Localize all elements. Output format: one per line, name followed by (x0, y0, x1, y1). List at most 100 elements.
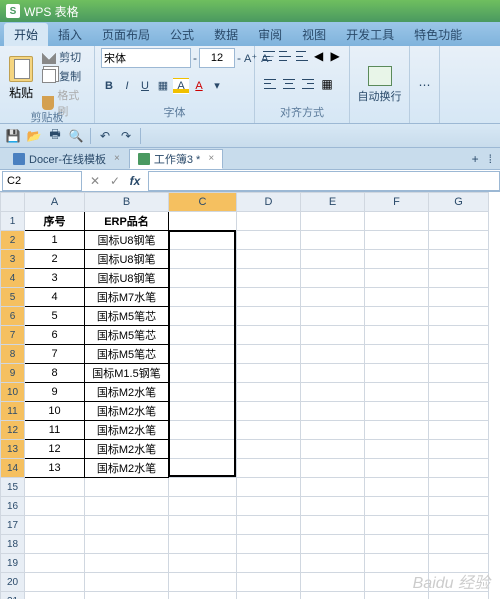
cell-D7[interactable] (237, 326, 301, 345)
cell-C14[interactable] (169, 459, 237, 478)
cell-D20[interactable] (237, 573, 301, 592)
row-header-8[interactable]: 8 (1, 345, 25, 364)
copy-button[interactable]: 复制 (40, 67, 88, 85)
cell-G21[interactable] (429, 592, 489, 599)
cell-D17[interactable] (237, 516, 301, 535)
cell-A11[interactable]: 10 (25, 402, 85, 421)
cell-G6[interactable] (429, 307, 489, 326)
cell-F8[interactable] (365, 345, 429, 364)
cell-E21[interactable] (301, 592, 365, 599)
cell-C15[interactable] (169, 478, 237, 497)
cell-F18[interactable] (365, 535, 429, 554)
more-button[interactable]: ⋯ (419, 78, 431, 92)
cell-G7[interactable] (429, 326, 489, 345)
cell-B1[interactable]: ERP品名 (85, 212, 169, 231)
cell-F14[interactable] (365, 459, 429, 478)
insert-function-button[interactable]: fx (126, 172, 144, 190)
row-header-20[interactable]: 20 (1, 573, 25, 592)
cell-D15[interactable] (237, 478, 301, 497)
cell-C10[interactable] (169, 383, 237, 402)
close-tab-icon[interactable]: × (114, 153, 120, 164)
cell-D8[interactable] (237, 345, 301, 364)
cell-C18[interactable] (169, 535, 237, 554)
doc-tab-workbook[interactable]: 工作簿3 * × (129, 149, 223, 169)
cell-G12[interactable] (429, 421, 489, 440)
tab-data[interactable]: 数据 (204, 23, 248, 46)
doc-tab-docer[interactable]: Docer-在线模板 × (4, 149, 129, 169)
column-header-A[interactable]: A (25, 193, 85, 212)
align-center-button[interactable] (280, 76, 298, 92)
align-top-button[interactable] (261, 48, 277, 64)
row-header-16[interactable]: 16 (1, 497, 25, 516)
column-header-C[interactable]: C (169, 193, 237, 212)
cell-A12[interactable]: 11 (25, 421, 85, 440)
row-header-5[interactable]: 5 (1, 288, 25, 307)
cell-D21[interactable] (237, 592, 301, 599)
row-header-4[interactable]: 4 (1, 269, 25, 288)
tab-page-layout[interactable]: 页面布局 (92, 23, 160, 46)
cell-D16[interactable] (237, 497, 301, 516)
cell-C21[interactable] (169, 592, 237, 599)
column-header-F[interactable]: F (365, 193, 429, 212)
row-header-2[interactable]: 2 (1, 231, 25, 250)
tab-formula[interactable]: 公式 (160, 23, 204, 46)
cell-G8[interactable] (429, 345, 489, 364)
row-header-10[interactable]: 10 (1, 383, 25, 402)
cell-B3[interactable]: 国标U8钢笔 (85, 250, 169, 269)
align-left-button[interactable] (261, 76, 279, 92)
cell-G1[interactable] (429, 212, 489, 231)
cell-A1[interactable]: 序号 (25, 212, 85, 231)
cell-G10[interactable] (429, 383, 489, 402)
cell-G14[interactable] (429, 459, 489, 478)
align-right-button[interactable] (299, 76, 317, 92)
name-box[interactable]: C2 (2, 171, 82, 191)
cell-G11[interactable] (429, 402, 489, 421)
cell-A10[interactable]: 9 (25, 383, 85, 402)
cell-E1[interactable] (301, 212, 365, 231)
cell-D19[interactable] (237, 554, 301, 573)
tab-view[interactable]: 视图 (292, 23, 336, 46)
row-header-11[interactable]: 11 (1, 402, 25, 421)
cell-G18[interactable] (429, 535, 489, 554)
qat-save-button[interactable]: 💾 (4, 127, 22, 145)
cell-B13[interactable]: 国标M2水笔 (85, 440, 169, 459)
cell-G16[interactable] (429, 497, 489, 516)
border-button[interactable]: ▦ (155, 78, 171, 94)
cell-A15[interactable] (25, 478, 85, 497)
row-header-6[interactable]: 6 (1, 307, 25, 326)
cell-F1[interactable] (365, 212, 429, 231)
qat-open-button[interactable]: 📂 (25, 127, 43, 145)
cell-F12[interactable] (365, 421, 429, 440)
cell-E7[interactable] (301, 326, 365, 345)
cell-C8[interactable] (169, 345, 237, 364)
cell-G19[interactable] (429, 554, 489, 573)
cell-G20[interactable] (429, 573, 489, 592)
cell-F20[interactable] (365, 573, 429, 592)
underline-button[interactable]: U (137, 78, 153, 94)
cell-A16[interactable] (25, 497, 85, 516)
row-header-3[interactable]: 3 (1, 250, 25, 269)
tab-developer[interactable]: 开发工具 (336, 23, 404, 46)
cell-D11[interactable] (237, 402, 301, 421)
formula-bar[interactable] (148, 171, 500, 191)
spreadsheet-grid[interactable]: ABCDEFG1序号ERP品名21国标U8钢笔32国标U8钢笔43国标U8钢笔5… (0, 192, 489, 599)
font-size-select[interactable] (199, 48, 235, 68)
cell-B14[interactable]: 国标M2水笔 (85, 459, 169, 478)
cell-B9[interactable]: 国标M1.5钢笔 (85, 364, 169, 383)
cut-button[interactable]: 剪切 (40, 48, 88, 66)
cell-C1[interactable] (169, 212, 237, 231)
indent-decrease-button[interactable]: ◀ (311, 48, 327, 64)
cell-A2[interactable]: 1 (25, 231, 85, 250)
cell-A6[interactable]: 5 (25, 307, 85, 326)
cell-G15[interactable] (429, 478, 489, 497)
cell-E19[interactable] (301, 554, 365, 573)
cell-C6[interactable] (169, 307, 237, 326)
qat-undo-button[interactable]: ↶ (96, 127, 114, 145)
cell-A18[interactable] (25, 535, 85, 554)
cell-C19[interactable] (169, 554, 237, 573)
qat-print-button[interactable]: 🖶 (46, 127, 64, 145)
cell-D3[interactable] (237, 250, 301, 269)
cell-D6[interactable] (237, 307, 301, 326)
cell-G5[interactable] (429, 288, 489, 307)
sheet-area[interactable]: ABCDEFG1序号ERP品名21国标U8钢笔32国标U8钢笔43国标U8钢笔5… (0, 192, 500, 599)
